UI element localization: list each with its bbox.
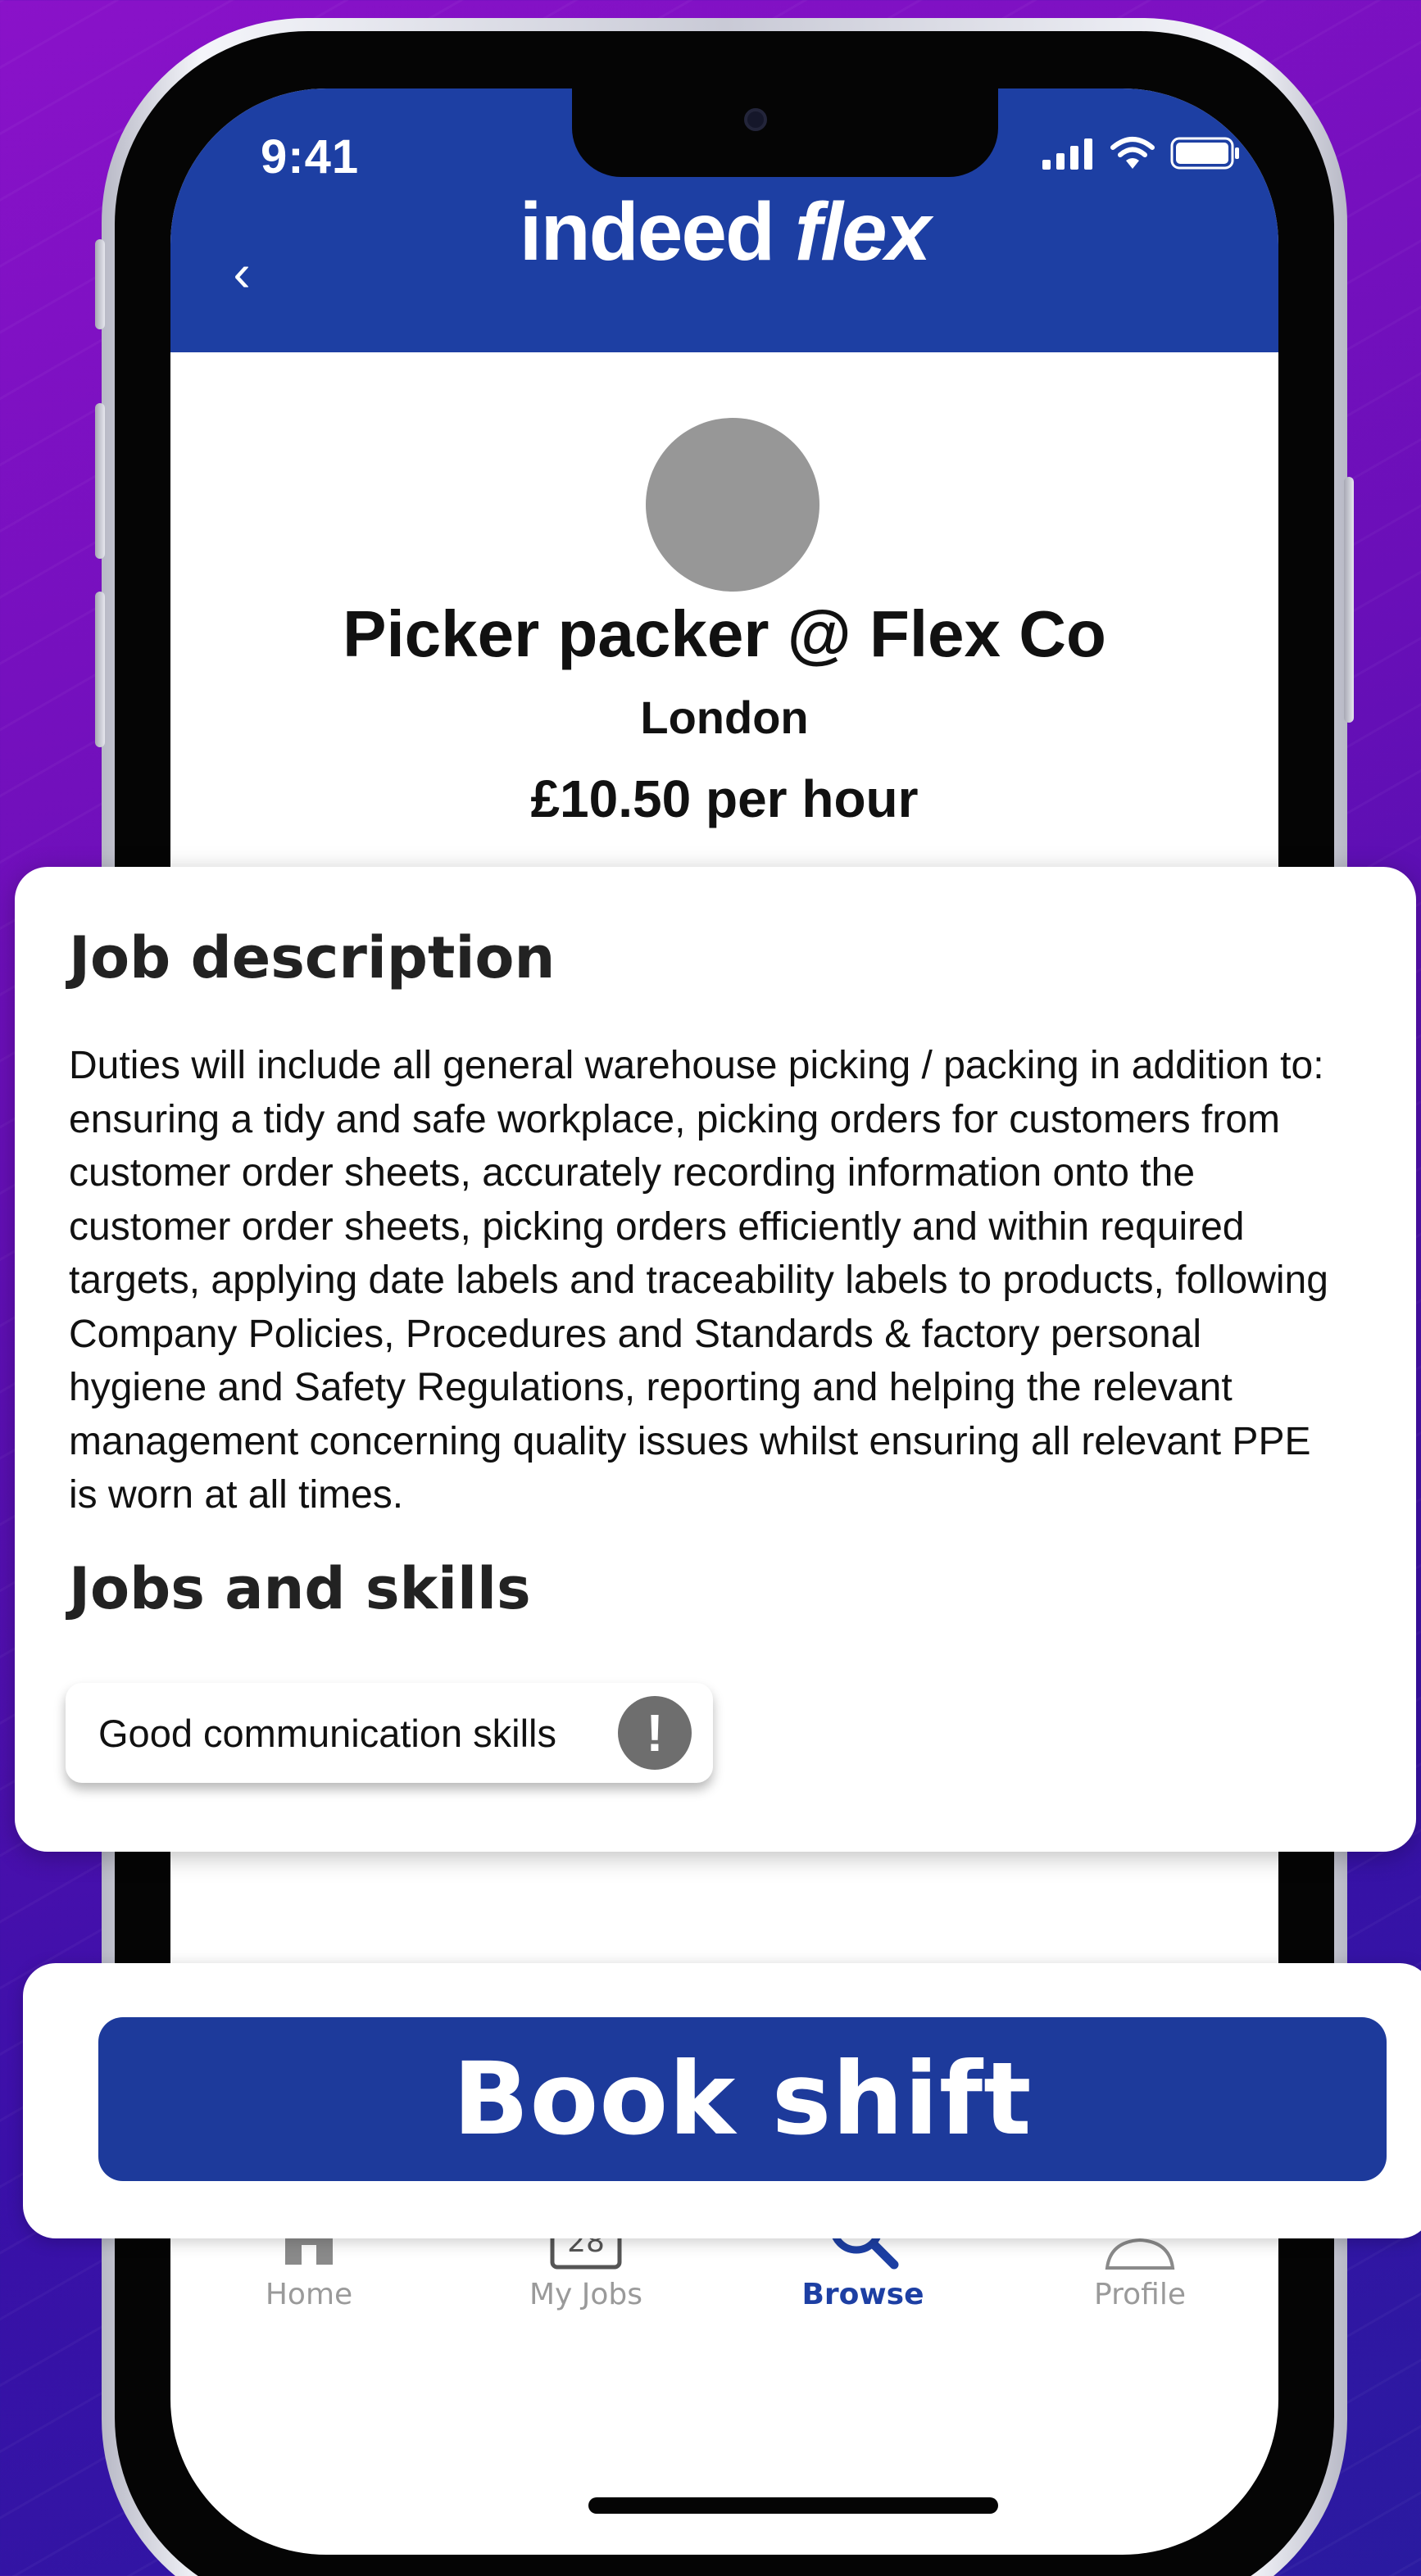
- book-shift-button[interactable]: Book shift: [98, 2017, 1387, 2181]
- job-location: London: [640, 692, 809, 743]
- volume-up-button: [95, 403, 105, 559]
- wifi-icon: [1110, 137, 1155, 169]
- job-description-heading: Job description: [69, 924, 556, 991]
- nav-label-my-jobs: My Jobs: [529, 2278, 643, 2311]
- mute-switch: [95, 239, 105, 329]
- home-indicator[interactable]: [588, 2497, 998, 2514]
- status-icons: [1042, 136, 1241, 170]
- skill-label: Good communication skills: [98, 1711, 556, 1755]
- nav-label-profile: Profile: [1094, 2278, 1186, 2311]
- status-time: 9:41: [261, 130, 360, 184]
- alert-icon[interactable]: !: [618, 1696, 692, 1770]
- book-shift-panel: Book shift: [23, 1963, 1421, 2238]
- company-avatar: [646, 418, 819, 592]
- battery-icon: [1170, 137, 1239, 170]
- nav-label-home: Home: [265, 2278, 353, 2311]
- power-button: [1344, 477, 1354, 723]
- job-description-card: Job description Duties will include all …: [15, 867, 1416, 1852]
- front-camera: [744, 108, 767, 131]
- brand-logo: indeed flex: [170, 185, 1278, 279]
- jobs-skills-heading: Jobs and skills: [69, 1555, 531, 1622]
- volume-down-button: [95, 592, 105, 747]
- notch: [572, 88, 998, 177]
- job-rate: £10.50 per hour: [530, 769, 919, 828]
- job-description-text: Duties will include all general warehous…: [69, 1044, 1328, 1517]
- nav-label-browse: Browse: [801, 2278, 924, 2311]
- brand-main: indeed: [519, 186, 775, 278]
- app-header: 9:41 ‹ indeed flex: [170, 88, 1278, 352]
- skill-chip[interactable]: Good communication skills !: [66, 1683, 713, 1783]
- job-title: Picker packer @ Flex Co: [343, 597, 1106, 670]
- brand-accent: flex: [794, 186, 931, 278]
- signal-icon: [1042, 138, 1092, 170]
